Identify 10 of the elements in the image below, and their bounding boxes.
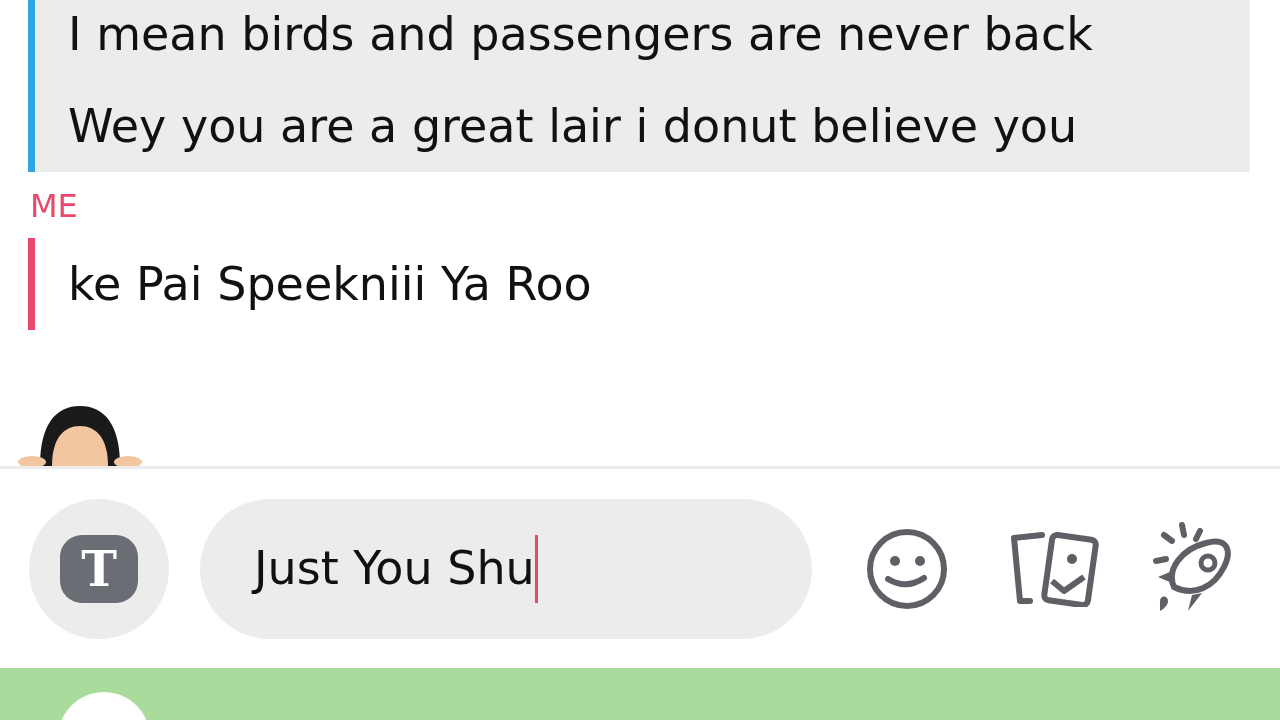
sender-label: ME — [30, 186, 79, 227]
text-style-button[interactable]: T — [29, 498, 169, 639]
photo-cards-icon[interactable] — [1008, 530, 1100, 607]
message-text: Wey you are a great lair i donut believe you — [68, 98, 1079, 155]
text-style-label: T — [60, 534, 138, 603]
message-text: ke Pai Speekniii Ya Roo — [68, 256, 592, 313]
smiley-icon[interactable] — [866, 527, 948, 610]
message-text: I mean birds and passengers are never back — [68, 6, 1093, 63]
text-cursor — [534, 534, 538, 603]
message-input-field[interactable]: Just You Shu — [200, 498, 812, 639]
